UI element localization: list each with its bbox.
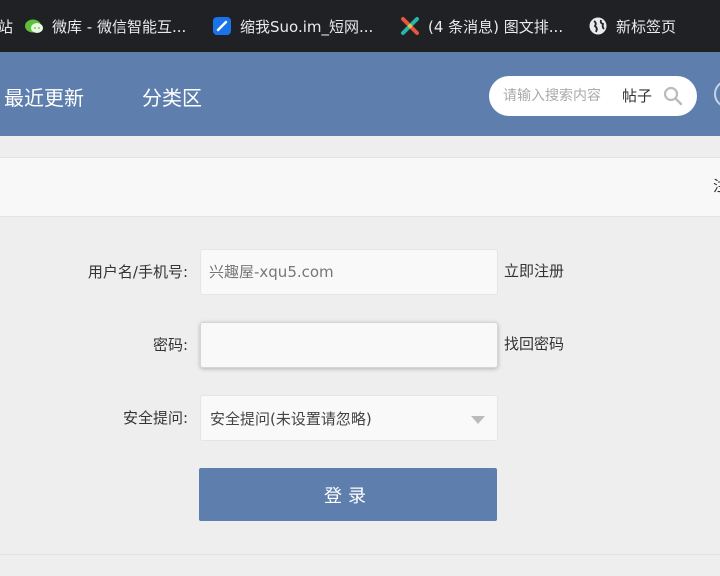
bookmark-label: 微库 - 微信智能互... <box>52 17 187 36</box>
search-icon[interactable] <box>663 86 683 106</box>
login-button[interactable]: 登录 <box>199 468 497 521</box>
password-label: 密码: <box>152 336 188 354</box>
bookmark-label: (4 条消息) 图文排... <box>428 17 564 36</box>
security-question-value: 安全提问(未设置请忽略) <box>210 410 372 428</box>
bookmark-item-1[interactable]: 站 <box>0 0 13 52</box>
bookmark-item-2[interactable]: 微库 - 微信智能互... <box>24 0 186 52</box>
register-now-link[interactable]: 立即注册 <box>504 248 564 294</box>
bookmarks-bar: 站 微库 - 微信智能互... 缩我Suo.im_短网... (4 条消息) 图… <box>0 0 720 52</box>
register-link[interactable]: 注 <box>713 158 720 214</box>
nav-latest-updates[interactable]: 最近更新 <box>4 52 84 136</box>
search-box[interactable]: 请输入搜索内容 帖子 <box>489 76 697 116</box>
wechat-icon <box>25 19 43 33</box>
globe-icon <box>589 17 607 35</box>
sub-navigation-bar: 注 <box>0 157 720 217</box>
bookmark-item-5[interactable]: 新标签页 <box>588 0 676 52</box>
recover-password-link[interactable]: 找回密码 <box>504 321 564 367</box>
username-label: 用户名/手机号: <box>87 263 188 281</box>
security-question-label: 安全提问: <box>122 409 188 427</box>
security-question-select[interactable]: 安全提问(未设置请忽略) <box>200 395 498 441</box>
bookmark-label: 新标签页 <box>616 17 677 36</box>
csdn-icon <box>401 17 419 35</box>
password-field[interactable] <box>200 322 498 368</box>
bookmark-label: 站 <box>0 17 14 36</box>
chevron-down-icon <box>471 416 485 424</box>
bookmark-item-3[interactable]: 缩我Suo.im_短网... <box>212 0 373 52</box>
search-input[interactable]: 请输入搜索内容 <box>503 76 601 116</box>
bookmark-label: 缩我Suo.im_短网... <box>240 17 374 36</box>
search-type-selector[interactable]: 帖子 <box>622 76 652 116</box>
divider <box>0 554 720 555</box>
nav-categories[interactable]: 分类区 <box>142 52 202 136</box>
bookmark-item-4[interactable]: (4 条消息) 图文排... <box>400 0 563 52</box>
suoim-icon <box>213 17 231 35</box>
site-header: 最近更新 分类区 请输入搜索内容 帖子 <box>0 52 720 136</box>
username-field[interactable] <box>200 249 498 295</box>
